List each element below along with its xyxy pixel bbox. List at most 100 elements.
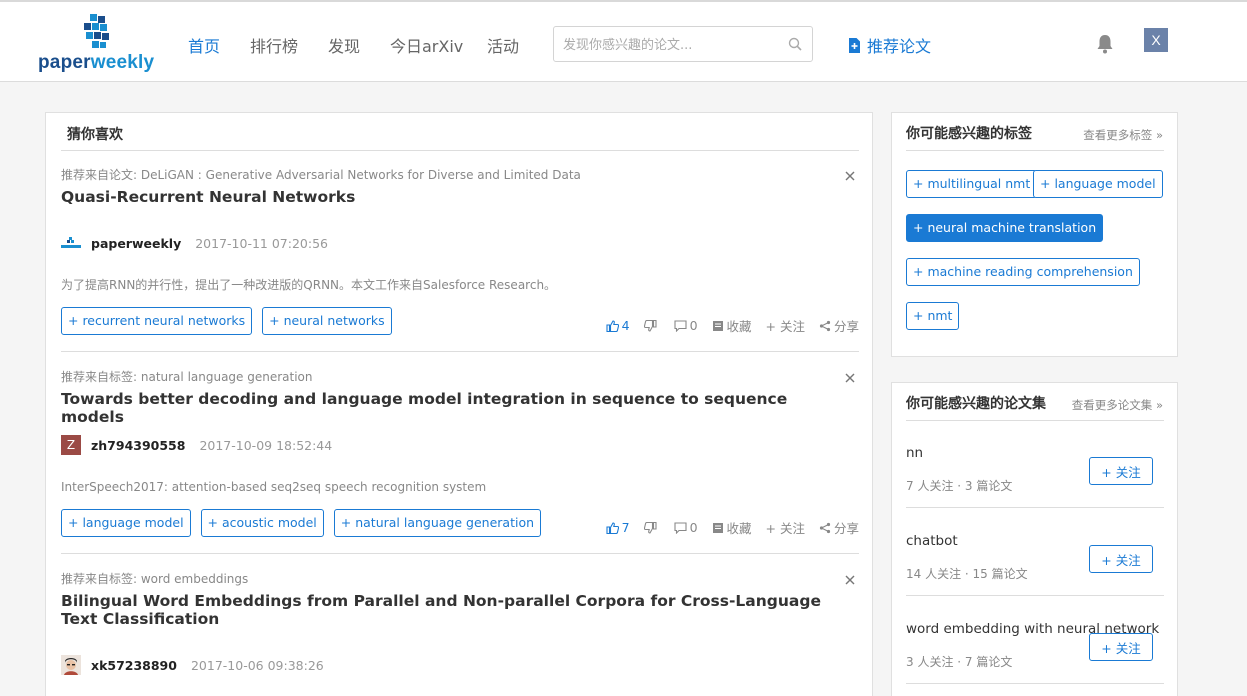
nav-events[interactable]: 活动	[487, 33, 519, 57]
author-row: paperweekly 2017-10-11 07:20:56	[61, 232, 328, 254]
collection-name[interactable]: nn	[906, 445, 923, 461]
tag-neural-machine-translation[interactable]: + neural machine translation	[906, 214, 1104, 242]
share-label: 分享	[833, 319, 859, 334]
close-icon[interactable]	[844, 574, 856, 586]
paper-card: 推荐来自标签: word embeddings Bilingual Word E…	[61, 570, 859, 696]
paper-card: 推荐来自论文: DeLiGAN : Generative Adversarial…	[61, 166, 859, 352]
paper-title[interactable]: Towards better decoding and language mod…	[61, 390, 821, 426]
search-box	[553, 26, 813, 62]
close-icon[interactable]	[844, 170, 856, 182]
comment-button[interactable]: 0	[674, 318, 698, 333]
paperweekly-logo[interactable]: paperweekly	[38, 14, 160, 74]
nav-today-arxiv[interactable]: 今日arXiv	[390, 33, 463, 57]
comment-icon	[674, 521, 687, 534]
tag-language-model[interactable]: + language model	[1033, 170, 1163, 198]
divider	[61, 150, 859, 151]
nav-discover[interactable]: 发现	[328, 33, 360, 57]
nav-ranking[interactable]: 排行榜	[250, 33, 298, 57]
like-count: 4	[621, 318, 630, 333]
author-row: xk57238890 2017-10-06 09:38:26	[61, 654, 324, 676]
nav-home[interactable]: 首页	[188, 33, 220, 57]
collect-button[interactable]: 收藏	[712, 316, 752, 335]
collection-name[interactable]: chatbot	[906, 533, 958, 549]
post-time: 2017-10-06 09:38:26	[190, 657, 324, 673]
paperweekly-avatar-icon	[61, 237, 81, 248]
logo-text: paperweekly	[38, 52, 155, 73]
panel-title: 你可能感兴趣的标签	[906, 126, 1032, 142]
notification-bell-icon[interactable]	[1096, 34, 1114, 54]
user-avatar[interactable]: X	[1144, 28, 1168, 52]
share-button[interactable]: 分享	[819, 518, 859, 537]
interest-tags-panel: 你可能感兴趣的标签 查看更多标签 » + multilingual nmt + …	[891, 112, 1178, 357]
follow-collection-button[interactable]: + 关注	[1089, 545, 1153, 573]
thumbs-up-icon	[606, 319, 619, 332]
dislike-button[interactable]	[643, 319, 660, 332]
dislike-button[interactable]	[643, 521, 660, 534]
share-label: 分享	[833, 521, 859, 536]
author-row: Z zh794390558 2017-10-09 18:52:44	[61, 434, 332, 456]
comment-count: 0	[689, 520, 698, 535]
divider	[906, 420, 1164, 421]
paper-title[interactable]: Bilingual Word Embeddings from Parallel …	[61, 592, 821, 628]
collect-icon	[712, 320, 723, 331]
tag-neural-networks[interactable]: + neural networks	[262, 307, 392, 335]
logo-mark-icon	[84, 14, 109, 48]
author-name[interactable]: zh794390558	[91, 438, 185, 453]
recommend-paper-label: 推荐论文	[867, 37, 932, 56]
close-icon[interactable]	[844, 372, 856, 384]
search-input[interactable]	[563, 35, 783, 55]
feed-title: 猜你喜欢	[67, 127, 123, 143]
follow-button[interactable]: + 关注	[766, 518, 805, 537]
tag-natural-language-generation[interactable]: + natural language generation	[333, 509, 542, 537]
collection-stats: 7 人关注 · 3 篇论文	[906, 479, 1013, 493]
author-avatar[interactable]	[61, 233, 81, 253]
divider	[61, 351, 859, 352]
like-button[interactable]: 7	[606, 520, 630, 535]
recommendation-source: 推荐来自论文: DeLiGAN : Generative Adversarial…	[61, 168, 581, 182]
divider	[906, 595, 1164, 596]
person-photo-icon	[61, 655, 81, 675]
divider	[906, 683, 1164, 684]
collect-icon	[712, 522, 723, 533]
paper-summary: InterSpeech2017: attention-based seq2seq…	[61, 480, 487, 494]
follow-collection-button[interactable]: + 关注	[1089, 457, 1153, 485]
follow-button[interactable]: + 关注	[766, 316, 805, 335]
tag-multilingual-nmt[interactable]: + multilingual nmt	[906, 170, 1038, 198]
tag-acoustic-model[interactable]: + acoustic model	[200, 509, 324, 537]
author-avatar[interactable]: Z	[61, 435, 81, 455]
divider	[61, 553, 859, 554]
author-avatar[interactable]	[61, 655, 81, 675]
divider	[906, 150, 1164, 151]
thumbs-down-icon	[643, 319, 657, 332]
like-button[interactable]: 4	[606, 318, 630, 333]
more-tags-link[interactable]: 查看更多标签 »	[1083, 127, 1163, 143]
paper-card: 推荐来自标签: natural language generation Towa…	[61, 368, 859, 554]
author-name[interactable]: paperweekly	[91, 236, 181, 251]
collect-button[interactable]: 收藏	[712, 518, 752, 537]
comment-icon	[674, 319, 687, 332]
panel-title: 你可能感兴趣的论文集	[906, 396, 1046, 412]
tag-language-model[interactable]: + language model	[61, 509, 191, 537]
share-icon	[819, 522, 831, 533]
paper-title[interactable]: Quasi-Recurrent Neural Networks	[61, 188, 821, 206]
paper-actions: 7 0 收藏 + 关注 分享	[606, 518, 859, 537]
paper-actions: 4 0 收藏 + 关注 分享	[606, 316, 859, 335]
author-name[interactable]: xk57238890	[91, 658, 177, 673]
share-button[interactable]: 分享	[819, 316, 859, 335]
follow-collection-button[interactable]: + 关注	[1089, 633, 1153, 661]
post-time: 2017-10-11 07:20:56	[195, 235, 328, 251]
tag-machine-reading-comprehension[interactable]: + machine reading comprehension	[906, 258, 1140, 286]
collect-label: 收藏	[726, 521, 752, 536]
tag-nmt[interactable]: + nmt	[906, 302, 960, 330]
interest-collections-panel: 你可能感兴趣的论文集 查看更多论文集 » nn 7 人关注 · 3 篇论文 + …	[891, 382, 1178, 696]
collection-stats: 3 人关注 · 7 篇论文	[906, 655, 1013, 669]
more-collections-link[interactable]: 查看更多论文集 »	[1072, 397, 1163, 413]
tag-recurrent-neural-networks[interactable]: + recurrent neural networks	[61, 307, 253, 335]
recommend-paper-button[interactable]: 推荐论文	[848, 33, 931, 57]
recommendation-source: 推荐来自标签: word embeddings	[61, 572, 249, 586]
add-document-icon	[849, 37, 860, 53]
comment-button[interactable]: 0	[674, 520, 698, 535]
search-icon[interactable]	[788, 37, 802, 51]
collection-stats: 14 人关注 · 15 篇论文	[906, 567, 1028, 581]
like-count: 7	[621, 520, 630, 535]
